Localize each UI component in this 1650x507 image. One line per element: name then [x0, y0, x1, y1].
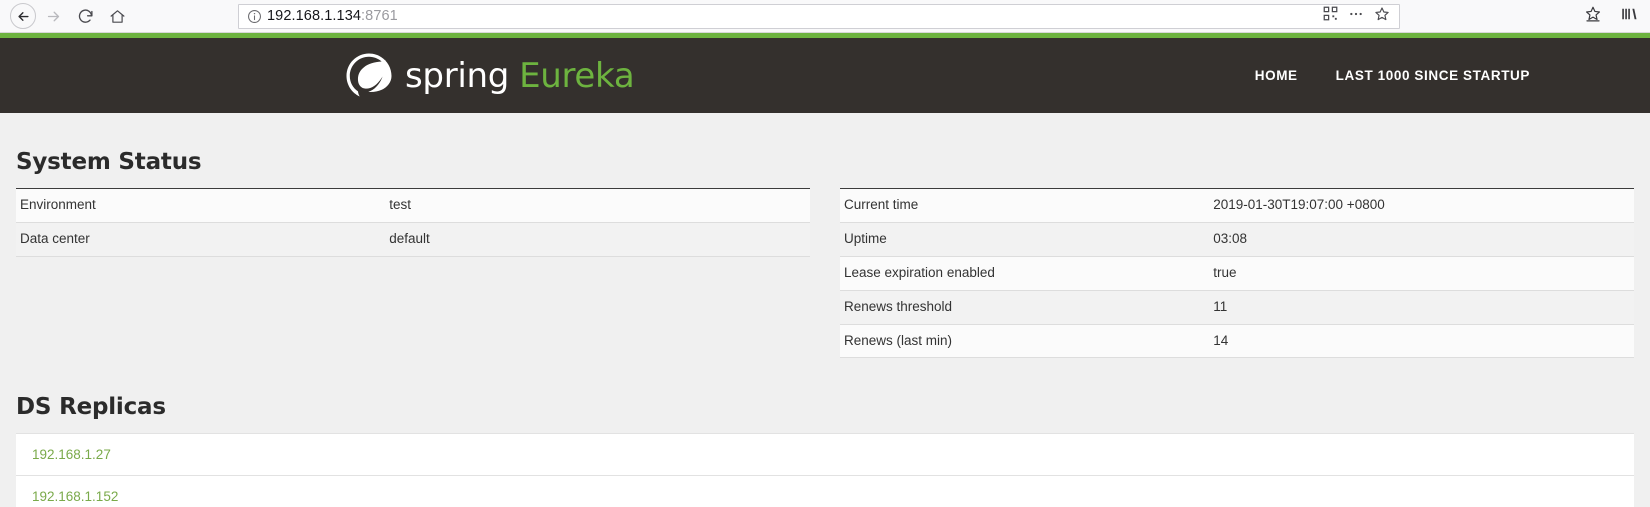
system-status-left-column: Environment test Data center default — [16, 188, 810, 257]
replica-cell: 192.168.1.27 — [16, 433, 1634, 477]
replica-link[interactable]: 192.168.1.27 — [32, 447, 111, 462]
forward-button[interactable] — [38, 2, 68, 30]
ds-replicas-table: 192.168.1.27 192.168.1.152 — [16, 433, 1634, 507]
reload-button[interactable] — [70, 2, 100, 30]
table-row: Environment test — [16, 188, 810, 223]
home-icon — [110, 9, 124, 23]
row-value: test — [385, 188, 810, 223]
system-status-title: System Status — [16, 149, 202, 175]
star-icon[interactable] — [1374, 6, 1390, 27]
library-icon[interactable] — [1620, 5, 1638, 28]
table-row: Current time 2019-01-30T19:07:00 +0800 — [840, 188, 1634, 223]
forward-arrow-icon — [47, 11, 59, 21]
row-key: Lease expiration enabled — [840, 256, 1210, 291]
system-status-right-table: Current time 2019-01-30T19:07:00 +0800 U… — [840, 188, 1634, 359]
system-status-left-table: Environment test Data center default — [16, 188, 810, 257]
row-value: true — [1209, 256, 1634, 291]
nav-link-last-1000-since-startup[interactable]: LAST 1000 SINCE STARTUP — [1336, 68, 1530, 83]
site-info-icon[interactable] — [244, 6, 264, 26]
qr-code-icon[interactable] — [1323, 6, 1338, 26]
row-key: Renews threshold — [840, 290, 1210, 325]
url-bar[interactable]: 192.168.1.134:8761 — [238, 3, 1400, 29]
row-key: Uptime — [840, 222, 1210, 257]
replica-link[interactable]: 192.168.1.152 — [32, 489, 118, 504]
table-row: Renews threshold 11 — [840, 290, 1634, 325]
row-value: default — [385, 222, 810, 257]
ds-replicas-table-wrap: 192.168.1.27 192.168.1.152 — [16, 433, 1634, 507]
table-row: 192.168.1.152 — [16, 475, 1634, 507]
brand-spring-label: spring — [405, 55, 510, 96]
back-button[interactable] — [10, 3, 36, 29]
save-to-pocket-icon[interactable] — [1584, 5, 1602, 28]
row-value: 2019-01-30T19:07:00 +0800 — [1209, 188, 1634, 223]
nav-link-home[interactable]: HOME — [1255, 68, 1298, 83]
table-row: Lease expiration enabled true — [840, 256, 1634, 291]
page-content: System Status Environment test Data cent… — [0, 149, 1650, 507]
url-text: 192.168.1.134:8761 — [267, 8, 398, 24]
row-value: 03:08 — [1209, 222, 1634, 257]
home-button[interactable] — [102, 2, 132, 30]
system-status-right-column: Current time 2019-01-30T19:07:00 +0800 U… — [840, 188, 1634, 359]
reload-icon — [78, 8, 93, 23]
url-port: :8761 — [361, 8, 398, 24]
row-key: Data center — [16, 222, 386, 257]
row-value: 11 — [1209, 290, 1634, 325]
site-nav: HOME LAST 1000 SINCE STARTUP — [1255, 68, 1530, 83]
brand-text: spring Eureka — [405, 55, 635, 96]
system-status-tables: Environment test Data center default Cur… — [16, 188, 1634, 359]
ds-replicas-title: DS Replicas — [16, 394, 166, 421]
brand-eureka-label: Eureka — [519, 55, 635, 96]
table-row: Renews (last min) 14 — [840, 324, 1634, 359]
brand[interactable]: spring Eureka — [345, 52, 635, 100]
row-key: Renews (last min) — [840, 324, 1210, 359]
site-header: spring Eureka HOME LAST 1000 SINCE STARTU… — [0, 38, 1650, 113]
replica-cell: 192.168.1.152 — [16, 475, 1634, 507]
browser-toolbar: 192.168.1.134:8761 — [0, 0, 1650, 33]
row-value: 14 — [1209, 324, 1634, 359]
spring-leaf-logo-icon — [346, 53, 392, 96]
table-row: 192.168.1.27 — [16, 433, 1634, 477]
table-row: Data center default — [16, 222, 810, 257]
table-row: Uptime 03:08 — [840, 222, 1634, 257]
browser-right-actions — [1584, 5, 1638, 28]
url-host: 192.168.1.134 — [267, 8, 362, 24]
navigation-buttons — [10, 2, 132, 30]
back-arrow-icon — [17, 11, 29, 21]
row-key: Environment — [16, 188, 386, 223]
row-key: Current time — [840, 188, 1210, 223]
url-bar-actions — [1323, 6, 1394, 27]
page-actions-icon[interactable] — [1348, 6, 1364, 27]
